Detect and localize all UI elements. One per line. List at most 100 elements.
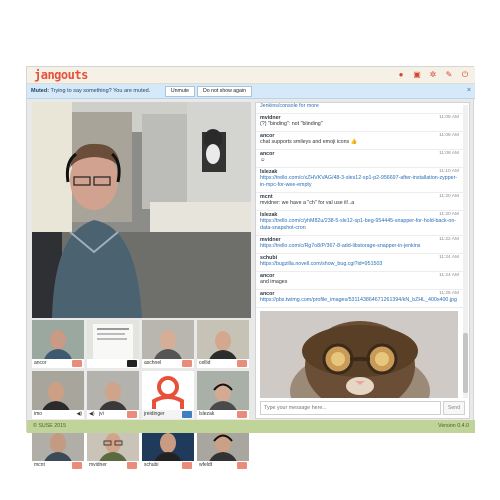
chat-message-time: 11:24 AM [439,255,459,260]
mic-muted-icon [182,462,192,469]
chat-message-time: 11:22 AM [439,237,459,242]
participant-tile[interactable]: jvi ◀) [87,371,139,419]
participant-tile[interactable]: cellid [197,320,249,368]
chat-message-text: and images [260,279,288,285]
muted-message: Muted: Trying to say something? You are … [31,88,150,94]
participant-name: imo [34,411,43,417]
chat-message: lslezak 11:20 AM https://trello.com/c/yhM8… [256,211,463,236]
participant-caption: mcnt [32,461,84,470]
chat-message-link[interactable]: https://trello.com/c/Rg7o8/P/367-8-add-l… [260,243,459,250]
record-icon[interactable]: ● [397,71,405,79]
chat-message-time: 11:08 AM [439,115,459,120]
chat-messages[interactable]: Jenkins/console for more mvidner 11:08 AM… [256,103,463,398]
participant-name: aschnel [144,360,162,366]
participant-name: lslezak [199,411,215,417]
main-video[interactable] [32,102,251,318]
pin-icon[interactable]: ✎ [445,71,453,79]
participant-tile[interactable]: jreidinger [142,371,194,419]
participant-name: cellid [199,360,211,366]
chat-message-text[interactable]: Jenkins/console for more [260,103,459,110]
mic-muted-icon [72,360,82,367]
speaker-volume-icon: ◀) [89,411,95,417]
speaker-volume-icon: ◀) [76,411,82,417]
participant-name: ancor [34,360,47,366]
participants-grid: ancor aschnel cellid imo ◀) jvi ◀) jreid… [32,320,251,470]
chat-message-time: 11:20 AM [439,194,459,199]
chat-message-time: 11:10 AM [439,169,459,174]
chat-message: Jenkins/console for more [256,103,463,114]
participant-name: mvidner [89,462,107,468]
participant-name: mcnt [34,462,45,468]
chat-message: ancor 11:25 AM https://pbs.twimg.com/profi… [256,290,463,308]
participant-caption: wfeldt [197,461,249,470]
mic-muted-icon [182,360,192,367]
participant-caption: imo ◀) [32,410,84,419]
chat-message-text: mvidner: we have a "ch" for val use it!.… [260,200,355,206]
cat-aviator-image [260,311,458,398]
muted-label: Muted: [31,88,50,94]
participant-name: jreidinger [144,411,165,417]
participant-tile[interactable]: ancor [32,320,84,368]
chat-panel: Jenkins/console for more mvidner 11:08 AM… [255,102,470,419]
participant-caption: lslezak [197,410,249,419]
participant-tile[interactable] [87,320,139,368]
mic-muted-icon [237,411,247,418]
mic-active-icon [182,411,192,418]
chat-message-link[interactable]: https://trello.com/c/yhM82u/238-5-sle12-… [260,218,459,232]
participant-caption: cellid [197,359,249,368]
mic-muted-icon [127,462,137,469]
send-button[interactable]: Send [443,401,465,415]
chat-message-time: 11:24 AM [439,273,459,278]
chat-message-text: ☺ [260,157,266,163]
chat-message: schubi 11:24 AM https://bugzilla.novell.co… [256,254,463,272]
chat-message-link[interactable]: https://bugzilla.novell.com/show_bug.cgi… [260,261,459,268]
muted-text: Trying to say something? You are muted. [50,88,151,94]
chat-message-input[interactable] [260,401,441,415]
chat-scrollbar-thumb[interactable] [463,333,468,393]
participant-tile[interactable]: lslezak [197,371,249,419]
participant-caption: schubi [142,461,194,470]
participant-caption: jreidinger [142,410,194,419]
participant-caption: mvidner [87,461,139,470]
participant-tile[interactable]: imo ◀) [32,371,84,419]
mic-muted-icon [127,411,137,418]
chat-message: mvidner 11:08 AM (?) "binding": not "blind… [256,114,463,132]
chat-message-time: 11:20 AM [439,212,459,217]
chat-scrollbar[interactable] [463,105,468,398]
chat-message-time: 11:08 AM [439,151,459,156]
settings-icon[interactable]: ✲ [429,71,437,79]
logout-icon[interactable]: ⏻ [461,71,469,79]
top-bar: jangouts ● ▣ ✲ ✎ ⏻ [27,67,475,84]
do-not-show-again-button[interactable]: Do not show again [197,86,252,97]
chat-message: ancor 11:24 AM and images [256,272,463,290]
header-actions: ● ▣ ✲ ✎ ⏻ [397,71,469,79]
unmute-button[interactable]: Unmute [165,86,195,97]
screen-share-icon[interactable]: ▣ [413,71,421,79]
footer: © SUSE 2015 Version 0.4.0 [27,420,475,433]
participant-caption: ancor [32,359,84,368]
close-icon[interactable]: × [467,87,471,94]
chat-message: lslezak 11:10 AM https://trello.com/c/xZHV… [256,168,463,193]
mic-muted-icon [237,462,247,469]
participant-caption: aschnel [142,359,194,368]
chat-message-time: 11:25 AM [439,291,459,296]
chat-message: ancor 11:08 AM ☺ [256,150,463,168]
chat-message-time: 11:08 AM [439,133,459,138]
mic-muted-icon [237,360,247,367]
participant-name: wfeldt [199,462,213,468]
participant-name: schubi [144,462,159,468]
app-window: jangouts ● ▣ ✲ ✎ ⏻ Muted: Trying to say … [26,66,475,470]
chat-message: mvidner 11:22 AM https://trello.com/c/Rg7o… [256,236,463,254]
copyright: © SUSE 2015 [33,423,67,429]
participant-tile[interactable]: aschnel [142,320,194,368]
brand-logo: jangouts [34,68,88,82]
chat-message-link[interactable]: https://trello.com/c/xZHVKVAG/48-3-sles1… [260,175,459,189]
chat-message-text: chat supports smileys and emoji icons 👍 [260,139,358,145]
mic-muted-icon [72,462,82,469]
main-video-feed [32,102,251,318]
muted-notification: Muted: Trying to say something? You are … [27,84,475,99]
chat-shared-image[interactable] [260,311,458,398]
chat-message-link[interactable]: https://pbs.twimg.com/profile_images/531… [260,297,459,304]
chat-message: ancor 11:08 AM chat supports smileys and e… [256,132,463,150]
participant-caption [87,359,139,368]
